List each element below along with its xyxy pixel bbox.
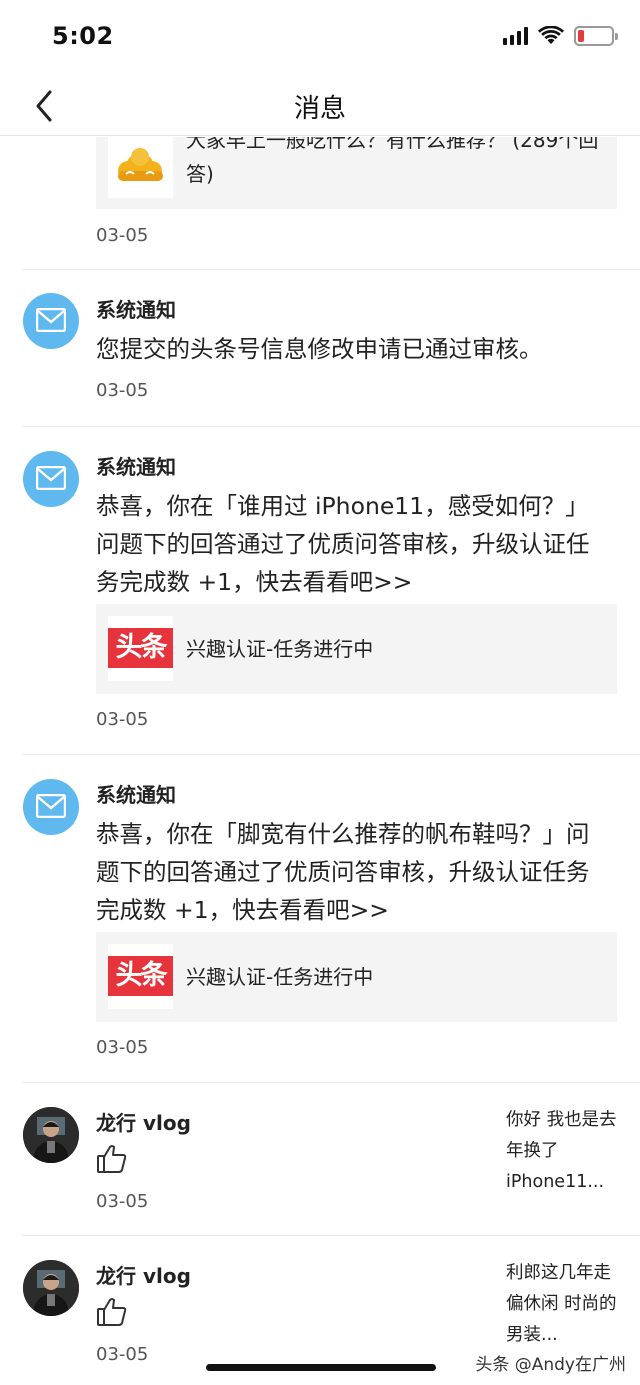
reply-preview[interactable]: 利郎这几年走偏休闲 时尚的男装... — [506, 1258, 618, 1351]
mail-icon — [36, 308, 66, 332]
mail-avatar — [23, 779, 79, 835]
sender-name: 龙行 vlog — [96, 1111, 191, 1135]
status-icons — [503, 26, 618, 46]
message-date: 03-05 — [96, 709, 149, 730]
mail-icon — [36, 466, 66, 490]
avatar[interactable] — [23, 1107, 79, 1163]
reply-preview[interactable]: 你好 我也是去年换了iPhone11... — [506, 1105, 618, 1198]
status-time: 5:02 — [52, 22, 114, 50]
mail-avatar — [23, 451, 79, 507]
nav-bar: 消息 — [0, 76, 640, 136]
message-date: 03-05 — [96, 225, 149, 246]
wifi-icon — [538, 26, 564, 44]
message-item[interactable]: 龙行 vlog 你好 我也是去年换了iPhone11... 03-05 — [0, 1083, 640, 1236]
message-date: 03-05 — [96, 1344, 149, 1365]
message-item[interactable]: 系统通知 您提交的头条号信息修改申请已通过审核。 03-05 — [0, 270, 640, 427]
question-card[interactable]: 大家早上一般吃什么？有什么推荐？ (289个回答) — [96, 137, 617, 209]
message-list[interactable]: 大家早上一般吃什么？有什么推荐？ (289个回答) 03-05 系统通知 您提交… — [0, 137, 640, 1385]
card-text: 兴趣认证-任务进行中 — [186, 637, 374, 661]
sender-name: 系统通知 — [96, 783, 176, 807]
home-indicator[interactable] — [206, 1364, 436, 1371]
toutiao-logo: 头条 — [108, 616, 173, 681]
sender-name: 系统通知 — [96, 298, 176, 322]
message-date: 03-05 — [96, 1037, 149, 1058]
toutiao-logo: 头条 — [108, 944, 173, 1009]
mail-icon — [36, 794, 66, 818]
sender-name: 系统通知 — [96, 455, 176, 479]
message-text: 您提交的头条号信息修改申请已通过审核。 — [96, 335, 543, 363]
task-card[interactable]: 头条 兴趣认证-任务进行中 — [96, 604, 617, 694]
task-card[interactable]: 头条 兴趣认证-任务进行中 — [96, 932, 617, 1022]
message-item[interactable]: 大家早上一般吃什么？有什么推荐？ (289个回答) 03-05 — [0, 137, 640, 270]
card-text: 兴趣认证-任务进行中 — [186, 965, 374, 989]
message-date: 03-05 — [96, 380, 149, 401]
card-text: 大家早上一般吃什么？有什么推荐？ (289个回答) — [186, 137, 599, 186]
watermark: 头条 @Andy在广州 — [475, 1355, 626, 1375]
mail-avatar — [23, 293, 79, 349]
status-bar: 5:02 — [0, 0, 640, 76]
message-text: 恭喜，你在「谁用过 iPhone11，感受如何？」问题下的回答通过了优质问答审核… — [96, 492, 590, 596]
message-date: 03-05 — [96, 1191, 149, 1212]
page-title: 消息 — [293, 94, 346, 124]
battery-low-icon — [574, 26, 618, 46]
thumbs-up-icon — [96, 1296, 128, 1328]
sender-name: 龙行 vlog — [96, 1264, 191, 1288]
message-text: 恭喜，你在「脚宽有什么推荐的帆布鞋吗？」问题下的回答通过了优质问答审核，升级认证… — [96, 820, 590, 924]
signal-icon — [503, 27, 528, 45]
thumbs-up-icon — [96, 1143, 128, 1175]
golden-cloud-logo — [108, 137, 173, 198]
message-item[interactable]: 系统通知 恭喜，你在「脚宽有什么推荐的帆布鞋吗？」问题下的回答通过了优质问答审核… — [0, 755, 640, 1083]
message-item[interactable]: 系统通知 恭喜，你在「谁用过 iPhone11，感受如何？」问题下的回答通过了优… — [0, 427, 640, 755]
avatar[interactable] — [23, 1260, 79, 1316]
